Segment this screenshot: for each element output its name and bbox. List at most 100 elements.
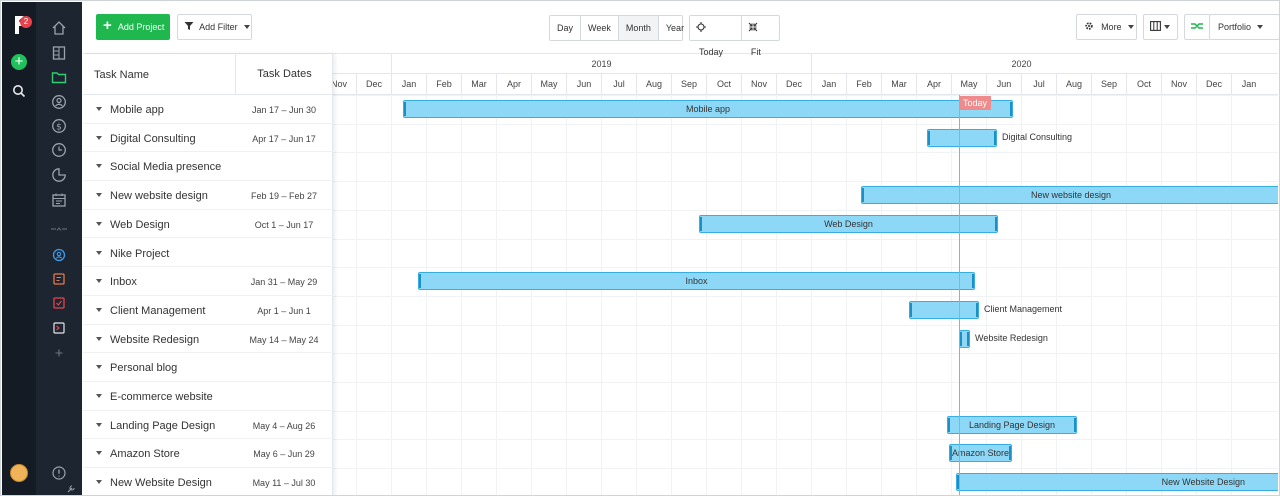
gantt-bar[interactable]: New website design	[861, 186, 1278, 205]
month-label: Sep	[671, 74, 706, 95]
more-button[interactable]: More	[1076, 14, 1137, 40]
primary-rail: 2 +	[2, 2, 36, 495]
columns-button[interactable]	[1143, 14, 1178, 40]
today-button[interactable]: Today	[690, 16, 742, 57]
add-workspace-icon[interactable]	[51, 345, 67, 361]
gantt-bar[interactable]	[927, 128, 997, 147]
expand-toggle-icon[interactable]	[96, 365, 102, 370]
expand-toggle-icon[interactable]	[96, 307, 102, 312]
gear-icon	[1085, 22, 1093, 30]
grid-row-line	[333, 324, 1278, 326]
chevron-up-icon[interactable]	[51, 224, 67, 234]
task-row[interactable]: New website design Feb 19 – Feb 27	[83, 181, 333, 210]
task-row[interactable]: Web Design Oct 1 – Jun 17	[83, 210, 333, 239]
fit-button[interactable]: Fit	[742, 16, 779, 57]
finance-icon[interactable]: $	[51, 118, 67, 134]
task-name-header[interactable]: Task Name	[94, 69, 149, 81]
month-label: May	[531, 74, 566, 95]
task-dates: Apr 17 – Jun 17	[252, 133, 316, 144]
gantt-bar[interactable]: Landing Page Design	[947, 415, 1077, 434]
expand-toggle-icon[interactable]	[96, 135, 102, 140]
expand-toggle-icon[interactable]	[96, 193, 102, 198]
home-icon[interactable]	[51, 20, 67, 36]
portfolio-dropdown[interactable]: Portfolio	[1209, 14, 1279, 40]
team-icon[interactable]	[51, 247, 67, 263]
month-label: Jul	[601, 74, 636, 95]
month-header: NovDecJanFebMarAprMayJunJulAugSepOctNovD…	[333, 74, 1278, 95]
help-icon[interactable]	[51, 465, 67, 481]
portfolio-icon-button[interactable]	[1184, 14, 1210, 40]
expand-toggle-icon[interactable]	[96, 336, 102, 341]
add-project-button[interactable]: + Add Project	[96, 14, 170, 40]
task-name: E-commerce website	[110, 391, 213, 403]
gantt-bar[interactable]: Web Design	[699, 214, 998, 233]
task-row[interactable]: Mobile app Jan 17 – Jun 30	[83, 95, 333, 124]
time-icon[interactable]	[51, 142, 67, 158]
view-day-button[interactable]: Day	[550, 16, 582, 40]
expand-toggle-icon[interactable]	[96, 164, 102, 169]
expand-toggle-icon[interactable]	[96, 107, 102, 111]
task-dates: May 6 – Jun 29	[253, 449, 315, 460]
month-label: Jan	[391, 74, 426, 95]
month-label: Feb	[846, 74, 881, 95]
view-week-button[interactable]: Week	[581, 16, 619, 40]
expand-toggle-icon[interactable]	[96, 422, 102, 427]
month-label: Nov	[333, 74, 356, 95]
gantt-icon[interactable]	[51, 271, 67, 287]
grid-row-line	[333, 439, 1278, 441]
task-row[interactable]: E-commerce website	[83, 382, 333, 411]
projects-folder-icon[interactable]	[51, 69, 67, 85]
gantt-bar[interactable]	[959, 329, 970, 348]
year-label: 2020	[811, 54, 1231, 74]
portfolio-toggle-icon	[1191, 23, 1203, 29]
task-name: Client Management	[110, 304, 206, 317]
month-label: May	[951, 74, 986, 95]
grid-row-line	[333, 353, 1278, 355]
task-name: Mobile app	[110, 104, 164, 116]
calendar-icon[interactable]	[51, 192, 67, 208]
notification-badge[interactable]: 2	[20, 16, 32, 28]
expand-toggle-icon[interactable]	[96, 480, 102, 485]
task-row[interactable]: Nike Project	[83, 239, 333, 268]
task-row[interactable]: Digital Consulting Apr 17 – Jun 17	[83, 124, 333, 153]
task-name: Web Design	[110, 218, 170, 231]
task-dates: Feb 19 – Feb 27	[250, 191, 318, 202]
gantt-bar[interactable]: Inbox	[418, 272, 975, 291]
expand-toggle-icon[interactable]	[96, 221, 102, 226]
month-label: Dec	[356, 74, 391, 95]
expand-toggle-icon[interactable]	[96, 394, 102, 398]
user-avatar[interactable]	[10, 464, 28, 482]
expand-toggle-icon[interactable]	[96, 451, 102, 456]
checklist-icon[interactable]	[51, 295, 67, 311]
task-row[interactable]: Landing Page Design May 4 – Aug 26	[83, 411, 333, 440]
reports-icon[interactable]	[51, 167, 67, 183]
month-label: Apr	[496, 74, 531, 95]
month-label: Aug	[636, 74, 671, 95]
settings-wrench-icon[interactable]	[66, 484, 76, 494]
task-row[interactable]: Website Redesign May 14 – May 24	[83, 325, 333, 354]
expand-toggle-icon[interactable]	[96, 250, 102, 255]
task-row[interactable]: Client Management Apr 1 – Jun 1	[83, 296, 333, 325]
view-month-button[interactable]: Month	[618, 16, 659, 40]
task-row[interactable]: Personal blog	[83, 353, 333, 382]
tasks-icon[interactable]	[51, 45, 67, 61]
gantt-bar[interactable]: New Website Design	[956, 473, 1278, 492]
task-row[interactable]: New Website Design May 11 – Jul 30	[83, 468, 333, 495]
add-filter-button[interactable]: Add Filter	[177, 14, 252, 40]
search-icon[interactable]	[12, 84, 26, 98]
grid-row-line	[333, 468, 1278, 470]
add-icon[interactable]: +	[11, 54, 27, 70]
board-icon[interactable]	[51, 320, 67, 336]
expand-toggle-icon[interactable]	[96, 279, 102, 284]
grid-row-line	[333, 410, 1278, 412]
task-row[interactable]: Social Media presence	[83, 152, 333, 182]
people-icon[interactable]	[51, 94, 67, 110]
today-marker-label: Today	[959, 96, 992, 110]
task-row[interactable]: Amazon Store May 6 – Jun 29	[83, 439, 333, 469]
task-name: Inbox	[110, 276, 137, 289]
task-row[interactable]: Inbox Jan 31 – May 29	[83, 267, 333, 296]
task-dates-header[interactable]: Task Dates	[235, 54, 333, 95]
view-year-button[interactable]: Year	[659, 16, 691, 40]
gantt-bar[interactable]	[909, 300, 979, 319]
gantt-bar[interactable]: Mobile app	[403, 100, 1013, 118]
